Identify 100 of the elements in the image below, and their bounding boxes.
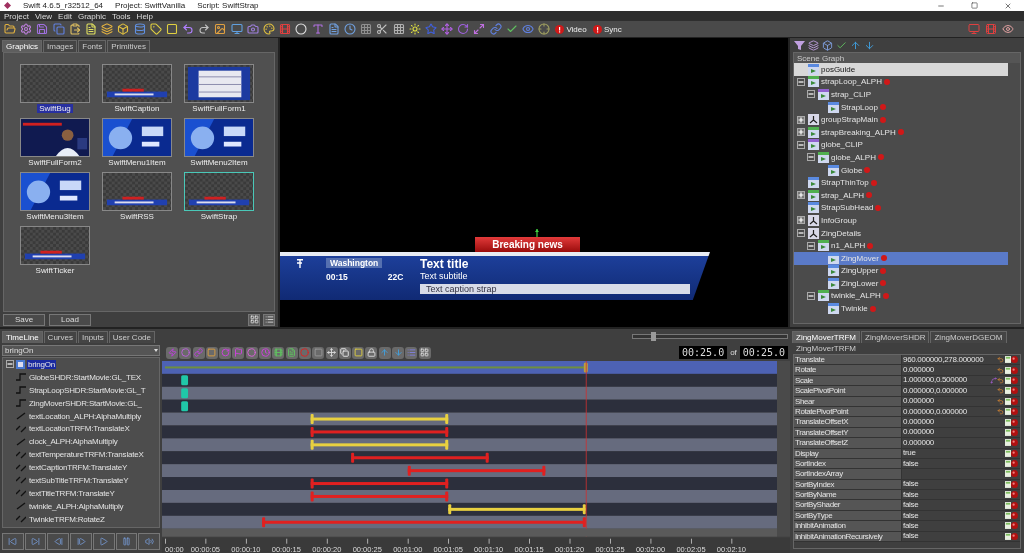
property-name: Translate	[794, 355, 902, 365]
property-value[interactable]: 0.000000,0.000000	[902, 406, 990, 417]
project-name: Project: SwiftVanilla	[115, 1, 186, 10]
property-name: InhibitAnimation	[794, 521, 902, 531]
menu-item[interactable]: Graphic	[77, 11, 106, 21]
current-time: 00:25.0	[679, 346, 728, 359]
scene-node[interactable]: StrapSubHead	[794, 201, 1008, 215]
menu-item[interactable]: Edit	[58, 11, 72, 21]
clock-text: 00:15	[326, 272, 348, 282]
thumbnail-label: SwiftStrap	[199, 212, 239, 221]
library-tab[interactable]: Primitives	[107, 40, 150, 52]
scene-node[interactable]: Twinkle	[794, 302, 1008, 315]
strap-title: Text title	[420, 257, 470, 271]
library-tab[interactable]: Fonts	[78, 40, 107, 52]
scene-node[interactable]: ZingUpper	[794, 264, 1008, 278]
location-text: Washington	[326, 258, 383, 268]
scene-node[interactable]: strapLoop_ALPH	[794, 75, 1008, 89]
property-value[interactable]: 0.000000	[902, 427, 990, 438]
property-name: TranslateOffsetY	[794, 427, 902, 438]
property-value[interactable]: 0.000000	[902, 437, 990, 448]
scene-node[interactable]: strap_ALPH	[794, 188, 1008, 202]
property-value[interactable]: 1.000000,0.500000	[902, 375, 990, 386]
property-value[interactable]: false	[902, 531, 990, 542]
property-tab[interactable]: ZingMoverTRFM	[792, 331, 860, 343]
thumbnail-label: SwiftTicker	[34, 266, 76, 275]
scene-node[interactable]: twinkle_ALPH	[794, 289, 1008, 303]
total-time: 00:25.0	[739, 346, 788, 359]
scene-node[interactable]: posGuide	[794, 63, 1008, 76]
thumbnail-label: SwiftMenu2Item	[189, 158, 249, 167]
library-button[interactable]: Save	[3, 313, 45, 326]
property-value[interactable]: false	[902, 510, 990, 521]
animation-dropdown[interactable]: bringOn	[2, 345, 160, 356]
track-label[interactable]: textSubTitleTRFM:TranslateY	[28, 475, 130, 485]
property-value[interactable]: true	[902, 448, 990, 459]
timeline-tab[interactable]: User Code	[108, 331, 155, 343]
library-tab[interactable]: Images	[43, 40, 78, 52]
thumbnail-label: SwiftMenu1Item	[107, 158, 167, 167]
property-tab[interactable]: ZingMoverSHDR	[861, 331, 930, 343]
property-value[interactable]: false	[902, 458, 990, 469]
node-label: StrapThinTop	[821, 178, 869, 188]
property-value[interactable]: 0.000000	[902, 365, 990, 376]
track-label[interactable]: textTemperatureTRFM:TranslateX	[28, 450, 145, 460]
scene-node[interactable]: ZingDetails	[794, 226, 1008, 240]
track-label[interactable]: ZingMoverSHDR:StartMovie:GL_	[28, 398, 143, 408]
node-label: ZingDetails	[821, 228, 861, 238]
node-label: posGuide	[821, 64, 856, 74]
track-label[interactable]: textTitleTRFM:TranslateY	[28, 488, 116, 498]
property-value[interactable]: false	[902, 489, 990, 500]
track-label[interactable]: StrapLoopSHDR:StartMovie:GL_T	[28, 385, 147, 395]
thumbnail-label: SwiftCaption	[113, 104, 161, 113]
property-value[interactable]: false	[902, 479, 990, 490]
menu-item[interactable]: View	[34, 11, 53, 21]
scene-node[interactable]: globe_ALPH	[794, 151, 1008, 164]
scene-node[interactable]: ZingLower	[794, 277, 1008, 290]
scene-node[interactable]: ZingMover	[794, 251, 1008, 265]
timeline-tab[interactable]: Curves	[43, 331, 77, 343]
track-label[interactable]: textCaptionTRFM:TranslateY	[28, 463, 129, 473]
track-label[interactable]: clock_ALPH:AlphaMultiply	[28, 437, 119, 447]
property-name: ScalePivotPoint	[794, 386, 902, 396]
node-label: strapBreaking_ALPH	[821, 127, 896, 137]
property-value[interactable]: 0.000000,0.000000	[902, 385, 990, 396]
menu-item[interactable]: Help	[136, 11, 154, 21]
property-value[interactable]: 0.000000	[902, 396, 990, 407]
track-label[interactable]: TwinkleTRFM:RotateZ	[28, 514, 106, 524]
track-label[interactable]: textLocationTRFM:TranslateX	[28, 424, 131, 434]
scene-node[interactable]: strapBreaking_ALPH	[794, 125, 1008, 139]
track-label[interactable]: bringOn	[27, 359, 57, 369]
property-value[interactable]: false	[902, 520, 990, 531]
property-name: SortIndex	[794, 458, 902, 469]
temperature-text: 22C	[387, 272, 404, 282]
node-label: n1_ALPH	[831, 241, 866, 251]
timeline-tab[interactable]: Inputs	[77, 331, 108, 343]
scene-node[interactable]: globe_CLIP	[794, 138, 1008, 152]
properties-title: ZingMoverTRFM	[795, 343, 857, 354]
track-label[interactable]: twinkle_ALPH:AlphaMultiply	[28, 501, 125, 511]
timeline-tab[interactable]: TimeLine	[2, 331, 43, 343]
library-tab[interactable]: Graphics	[2, 40, 42, 52]
scene-node[interactable]: Globe	[794, 163, 1008, 177]
toolbar-toggle[interactable]: Sync	[590, 24, 624, 34]
toolbar-toggle[interactable]: Video	[553, 24, 589, 34]
scene-node[interactable]: InfoGroup	[794, 214, 1008, 227]
scene-node[interactable]: StrapThinTop	[794, 176, 1008, 189]
node-label: ZingLower	[841, 278, 879, 288]
scene-node[interactable]: StrapLoop	[794, 100, 1008, 114]
property-value[interactable]: 960.000000,278.000000	[902, 354, 990, 365]
menu-item[interactable]: Project	[4, 11, 29, 21]
property-name: Shear	[794, 396, 902, 406]
track-label[interactable]: textLocation_ALPH:AlphaMultiply	[28, 411, 143, 421]
library-button[interactable]: Load	[49, 313, 91, 326]
property-value[interactable]: 0.000000	[902, 417, 990, 428]
node-label: globe_ALPH	[831, 152, 876, 162]
scene-node[interactable]: n1_ALPH	[794, 239, 1008, 252]
scene-node[interactable]: groupStrapMain	[794, 113, 1008, 126]
property-value[interactable]: false	[902, 500, 990, 511]
menu-item[interactable]: Tools	[111, 11, 131, 21]
thumbnail-label: SwiftBug	[37, 104, 73, 113]
scene-node[interactable]: strap_CLIP	[794, 88, 1008, 101]
property-tab[interactable]: ZingMoverDGEOM	[930, 331, 1007, 343]
track-label[interactable]: GlobeSHDR:StartMovie:GL_TEX	[28, 372, 142, 382]
node-label: ZingMover	[841, 253, 879, 263]
